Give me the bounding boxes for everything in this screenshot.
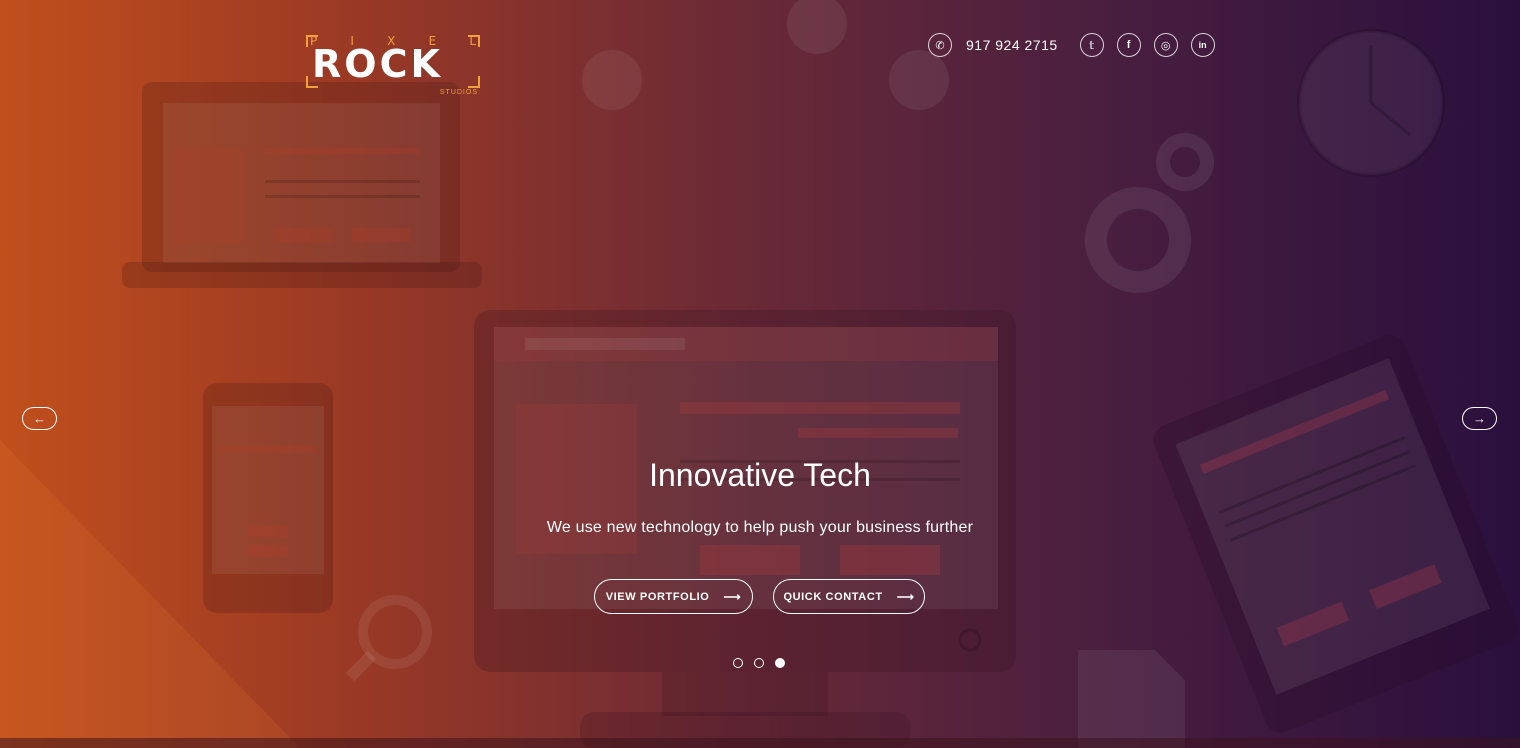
- bottom-strip: [0, 738, 1520, 748]
- slider-prev-button[interactable]: ←: [22, 407, 57, 430]
- hero-background: [0, 0, 1520, 748]
- hero-title: Innovative Tech: [649, 457, 871, 493]
- logo-pixel-letter: L: [469, 34, 476, 48]
- top-contact-bar: ✆ 917 924 2715 𝕥 f ◎ in: [928, 32, 1215, 58]
- slider-dot-2[interactable]: [754, 658, 764, 668]
- slider-dot-1[interactable]: [733, 658, 743, 668]
- phone-icon[interactable]: ✆: [928, 33, 952, 57]
- logo-sub-text: STUDIOS: [439, 89, 478, 96]
- linkedin-icon[interactable]: in: [1190, 33, 1215, 57]
- facebook-icon[interactable]: f: [1116, 33, 1141, 57]
- logo[interactable]: PIXEL ROCK STUDIOS: [306, 34, 480, 96]
- arrow-left-icon: ←: [33, 411, 46, 426]
- quick-contact-label: QUICK CONTACT: [783, 590, 883, 603]
- phone-number[interactable]: 917 924 2715: [966, 37, 1058, 53]
- arrow-right-icon: →: [1473, 411, 1486, 426]
- social-links: 𝕥 f ◎ in: [1079, 33, 1215, 57]
- arrow-right-icon: ⟶: [896, 589, 915, 604]
- logo-main-text: ROCK: [312, 42, 443, 86]
- view-portfolio-label: VIEW PORTFOLIO: [605, 590, 710, 603]
- slider-next-button[interactable]: →: [1462, 407, 1497, 430]
- view-portfolio-button[interactable]: VIEW PORTFOLIO ⟶: [594, 579, 753, 614]
- instagram-icon[interactable]: ◎: [1153, 33, 1178, 57]
- hero-subtitle: We use new technology to help push your …: [546, 519, 974, 536]
- logo-bracket: [468, 76, 480, 88]
- slider-pagination: [733, 658, 785, 668]
- background-illustration: [0, 0, 1518, 748]
- slider-dot-3[interactable]: [775, 658, 785, 668]
- twitter-icon[interactable]: 𝕥: [1079, 33, 1104, 57]
- arrow-right-icon: ⟶: [723, 589, 742, 604]
- quick-contact-button[interactable]: QUICK CONTACT ⟶: [773, 579, 925, 614]
